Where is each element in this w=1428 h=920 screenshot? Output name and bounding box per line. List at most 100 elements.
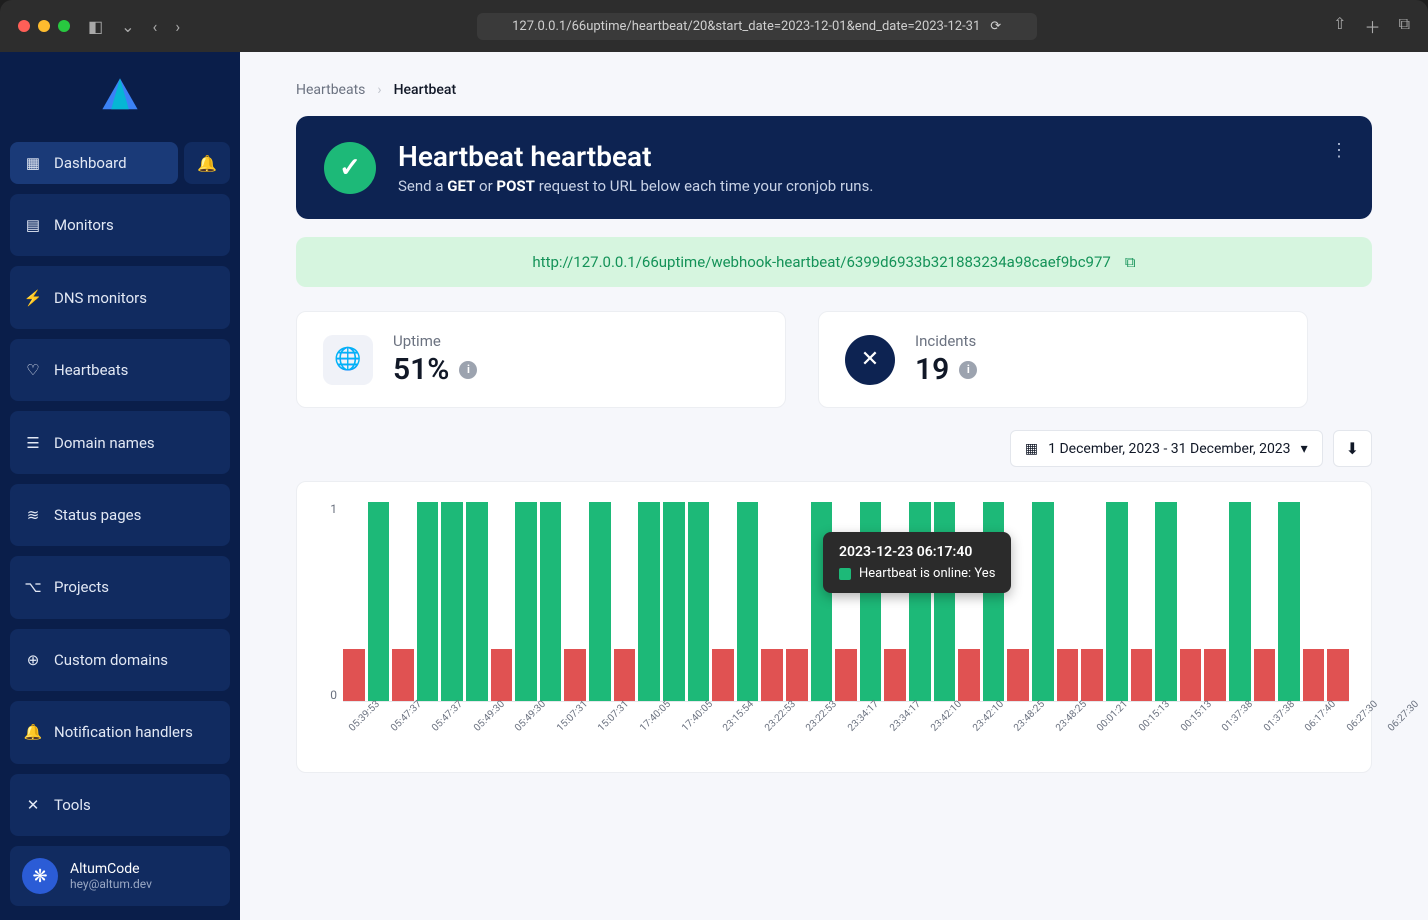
chart-bar[interactable] (1155, 502, 1177, 701)
chart-bar[interactable] (811, 502, 833, 701)
tabs-icon[interactable]: ⧉ (1399, 14, 1410, 38)
sidebar-item-domain-names[interactable]: ☰Domain names (10, 411, 230, 473)
chart-bar[interactable] (564, 649, 586, 701)
server-icon: ▤ (24, 216, 42, 234)
x-tick-label: 15:07:31 (596, 699, 631, 734)
chart-bar[interactable] (958, 649, 980, 701)
stat-incidents: ✕ Incidents 19i (818, 311, 1308, 408)
chart-bar[interactable] (1204, 649, 1226, 701)
sidebar-item-projects[interactable]: ⌥Projects (10, 556, 230, 618)
chart-bar[interactable] (1278, 502, 1300, 701)
chart-bar[interactable] (392, 649, 414, 701)
copy-icon[interactable]: ⧉ (1125, 253, 1136, 271)
stat-value: 51% (393, 352, 449, 387)
chart-bar[interactable] (663, 502, 685, 701)
sidebar-item-custom-domains[interactable]: ⊕Custom domains (10, 629, 230, 691)
sidebar-toggle-icon[interactable]: ◧ (88, 17, 103, 36)
breadcrumb-root[interactable]: Heartbeats (296, 82, 365, 98)
chart-bar[interactable] (1254, 649, 1276, 701)
chart-bar[interactable] (614, 649, 636, 701)
sidebar-item-monitors[interactable]: ▤Monitors (10, 194, 230, 256)
x-tick-label: 06:17:40 (1303, 699, 1338, 734)
chart-bar[interactable] (688, 502, 710, 701)
chart-bar[interactable] (786, 649, 808, 701)
sidebar-item-heartbeats[interactable]: ♡Heartbeats (10, 339, 230, 401)
x-tick-label: 23:34:17 (888, 699, 923, 734)
user-email: hey@altum.dev (70, 877, 152, 891)
window-controls[interactable] (18, 20, 70, 32)
chart-bar[interactable] (1229, 502, 1251, 701)
sidebar-item-status-pages[interactable]: ≋Status pages (10, 484, 230, 546)
chart-bar[interactable] (737, 502, 759, 701)
page-title: Heartbeat heartbeat (398, 140, 873, 173)
chart-bar[interactable] (1106, 502, 1128, 701)
webhook-url[interactable]: http://127.0.0.1/66uptime/webhook-heartb… (532, 253, 1110, 271)
x-tick-label: 23:15:54 (721, 699, 756, 734)
chart-bar[interactable] (761, 649, 783, 701)
chart-bar[interactable] (1057, 649, 1079, 701)
back-icon[interactable]: ‹ (153, 17, 158, 36)
url-bar[interactable]: 127.0.0.1/66uptime/heartbeat/20&start_da… (477, 13, 1037, 40)
minimize-window-icon[interactable] (38, 20, 50, 32)
stat-label: Incidents (915, 332, 977, 350)
x-tick-label: 01:37:38 (1220, 699, 1255, 734)
chart-bar[interactable] (835, 649, 857, 701)
chart-bar[interactable] (1327, 649, 1349, 701)
stat-value: 19 (915, 352, 949, 387)
chart-bar[interactable] (1303, 649, 1325, 701)
chart-bar[interactable] (860, 502, 882, 701)
bell-icon: 🔔 (24, 723, 42, 741)
chart-bars[interactable] (343, 502, 1349, 702)
more-menu-button[interactable]: ⋮ (1330, 140, 1348, 161)
sidebar: ▦ Dashboard 🔔 ▤Monitors ⚡DNS monitors ♡H… (0, 52, 240, 920)
chart-bar[interactable] (1081, 649, 1103, 701)
user-menu[interactable]: ❋ AltumCode hey@altum.dev (10, 846, 230, 906)
maximize-window-icon[interactable] (58, 20, 70, 32)
chart-bar[interactable] (491, 649, 513, 701)
chart-bar[interactable] (441, 502, 463, 701)
chart-bar[interactable] (1131, 649, 1153, 701)
chart-bar[interactable] (1180, 649, 1202, 701)
forward-icon[interactable]: › (175, 17, 180, 36)
calendar-icon: ▦ (1025, 441, 1038, 457)
chart-bar[interactable] (934, 502, 956, 701)
new-tab-icon[interactable]: ＋ (1365, 14, 1381, 38)
sidebar-item-dns-monitors[interactable]: ⚡DNS monitors (10, 266, 230, 328)
chart-bar[interactable] (417, 502, 439, 701)
reload-icon[interactable]: ⟳ (990, 19, 1001, 34)
chart-bar[interactable] (909, 502, 931, 701)
sidebar-item-notification-handlers[interactable]: 🔔Notification handlers (10, 701, 230, 763)
download-button[interactable]: ⬇ (1333, 430, 1372, 467)
x-tick-label: 23:48:25 (1054, 699, 1089, 734)
stat-uptime: 🌐 Uptime 51%i (296, 311, 786, 408)
share-icon[interactable]: ⇧ (1333, 14, 1346, 38)
close-window-icon[interactable] (18, 20, 30, 32)
sidebar-item-tools[interactable]: ✕Tools (10, 774, 230, 836)
globe-icon: ⊕ (24, 651, 42, 669)
info-icon[interactable]: i (959, 361, 977, 379)
x-tick-label: 23:22:53 (804, 699, 839, 734)
chart-bar[interactable] (983, 502, 1005, 701)
chart-bar[interactable] (466, 502, 488, 701)
chart-bar[interactable] (589, 502, 611, 701)
chart-bar[interactable] (515, 502, 537, 701)
wifi-icon: ≋ (24, 506, 42, 524)
chart-bar[interactable] (638, 502, 660, 701)
x-tick-label: 05:49:30 (513, 699, 548, 734)
chart-bar[interactable] (540, 502, 562, 701)
chart-bar[interactable] (1007, 649, 1029, 701)
chart-bar[interactable] (712, 649, 734, 701)
date-range-picker[interactable]: ▦ 1 December, 2023 - 31 December, 2023 ▾ (1010, 430, 1323, 467)
chart-bar[interactable] (343, 649, 365, 701)
chart-bar[interactable] (884, 649, 906, 701)
app-logo[interactable] (10, 66, 230, 132)
chart-bar[interactable] (368, 502, 390, 701)
tools-icon: ✕ (24, 796, 42, 814)
chart-bar[interactable] (1032, 502, 1054, 701)
main-content: Heartbeats › Heartbeat ✓ Heartbeat heart… (240, 52, 1428, 920)
sidebar-item-dashboard[interactable]: ▦ Dashboard (10, 142, 178, 184)
webhook-url-box: http://127.0.0.1/66uptime/webhook-heartb… (296, 237, 1372, 287)
chevron-down-icon[interactable]: ⌄ (121, 17, 134, 36)
notifications-button[interactable]: 🔔 (184, 142, 230, 184)
info-icon[interactable]: i (459, 361, 477, 379)
